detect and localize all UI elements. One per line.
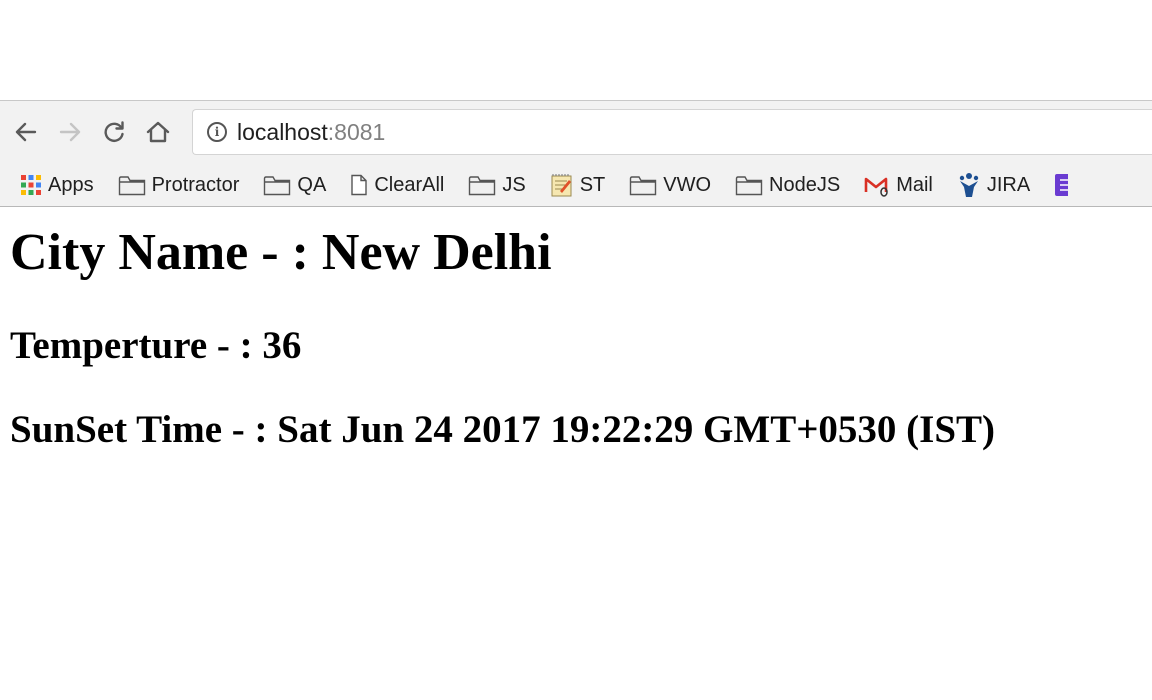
bookmark-label: JIRA xyxy=(986,173,1031,196)
temperature-heading: Temperture - : 36 xyxy=(10,324,302,367)
bookmark-label: QA xyxy=(297,173,327,196)
page-content: City Name - : New Delhi Temperture - : 3… xyxy=(0,223,1152,453)
bookmark-mail[interactable]: Mail xyxy=(864,173,933,197)
city-name-heading: City Name - : New Delhi xyxy=(10,224,552,281)
forward-arrow-icon xyxy=(59,122,81,142)
info-icon[interactable]: i xyxy=(207,122,227,142)
reload-button[interactable] xyxy=(98,116,130,148)
bookmark-label: Apps xyxy=(48,173,94,196)
jira-icon xyxy=(957,172,981,198)
bookmark-nodejs[interactable]: NodeJS xyxy=(735,174,840,197)
browser-chrome: i localhost:8081 Apps Protractor QA Cle… xyxy=(0,100,1152,207)
folder-icon xyxy=(468,174,496,196)
folder-icon xyxy=(118,174,146,196)
url-port: :8081 xyxy=(327,118,386,145)
bookmark-js[interactable]: JS xyxy=(468,173,526,197)
purple-app-icon xyxy=(1054,172,1069,198)
bookmark-qa[interactable]: QA xyxy=(263,174,326,197)
bookmark-overflow[interactable] xyxy=(1054,172,1074,198)
url-host: localhost xyxy=(237,118,328,145)
forward-button[interactable] xyxy=(54,116,86,148)
folder-icon xyxy=(629,174,657,196)
page-icon xyxy=(350,174,368,196)
bookmark-label: JS xyxy=(502,173,526,196)
reload-icon xyxy=(104,121,124,142)
bookmark-label: Protractor xyxy=(151,173,240,196)
back-arrow-icon xyxy=(15,122,37,142)
folder-icon xyxy=(735,174,763,196)
address-bar[interactable]: i localhost:8081 xyxy=(192,109,1152,155)
bookmark-vwo[interactable]: VWO xyxy=(629,174,711,197)
home-button[interactable] xyxy=(142,116,174,148)
bookmark-label: VWO xyxy=(663,173,712,196)
bookmark-st[interactable]: ST xyxy=(550,173,606,197)
bookmark-label: ClearAll xyxy=(374,173,445,196)
bookmark-apps[interactable]: Apps xyxy=(20,174,94,197)
sunset-time-heading: SunSet Time - : Sat Jun 24 2017 19:22:29… xyxy=(10,408,996,451)
home-icon xyxy=(146,121,170,143)
bookmarks-bar: Apps Protractor QA ClearAll JS ST VWO No… xyxy=(0,163,1152,207)
apps-grid-icon xyxy=(20,174,42,196)
bookmark-label: Mail xyxy=(896,173,933,196)
bookmark-jira[interactable]: JIRA xyxy=(957,172,1030,198)
notepad-icon xyxy=(550,173,574,197)
folder-icon xyxy=(263,174,291,196)
bookmark-protractor[interactable]: Protractor xyxy=(118,173,240,197)
bookmark-clearall[interactable]: ClearAll xyxy=(350,174,444,197)
bookmark-label: NodeJS xyxy=(769,173,841,196)
top-margin xyxy=(0,0,1152,100)
bookmark-label: ST xyxy=(579,173,606,196)
back-button[interactable] xyxy=(10,116,42,148)
gmail-icon xyxy=(864,173,890,197)
browser-toolbar: i localhost:8081 xyxy=(0,101,1152,163)
